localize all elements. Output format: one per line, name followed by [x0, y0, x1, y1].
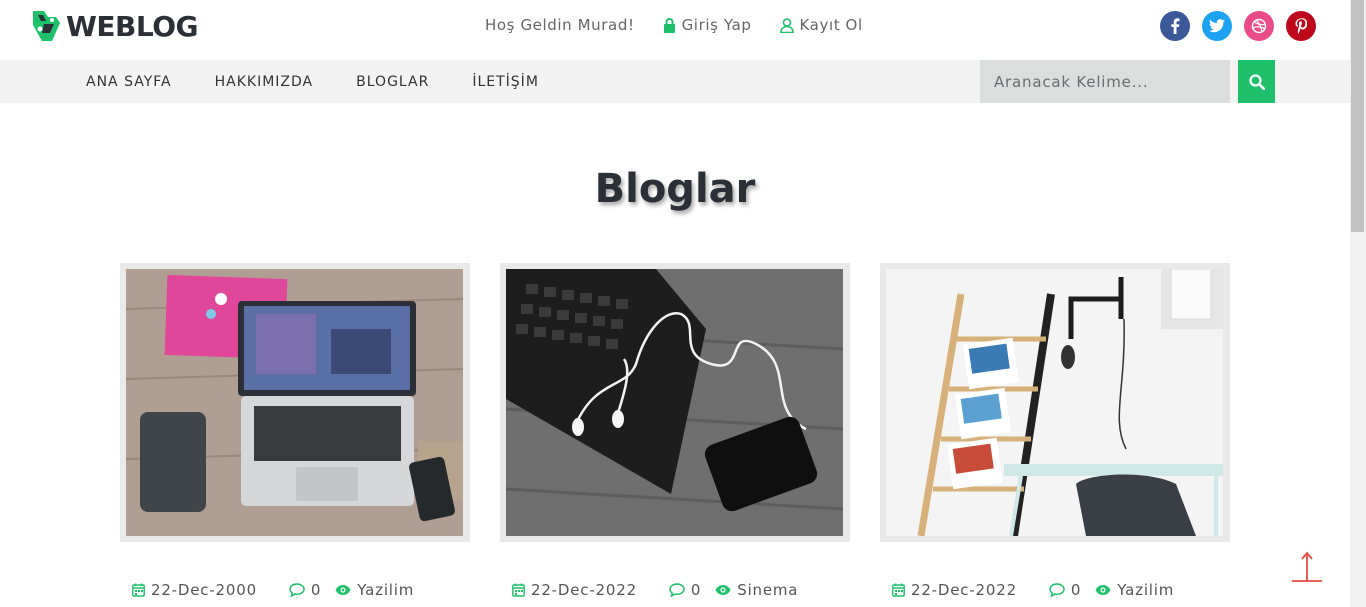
search-button[interactable]	[1238, 60, 1275, 103]
calendar-icon	[892, 583, 905, 597]
eye-icon	[335, 585, 351, 595]
nav-item-home[interactable]: ANA SAYFA	[86, 74, 172, 90]
calendar-icon	[512, 583, 525, 597]
lock-icon	[663, 17, 675, 33]
blog-meta: 22-Dec-2022 0 Sinema	[512, 580, 798, 600]
ladder-shelf-image	[886, 269, 1223, 536]
login-link[interactable]: Giriş Yap	[663, 16, 752, 34]
post-category[interactable]: Yazilim	[335, 581, 414, 599]
post-comments: 0	[1049, 581, 1081, 599]
blog-meta: 22-Dec-2022 0 Yazilim	[892, 580, 1174, 600]
comment-icon	[1049, 583, 1065, 597]
nav-item-contact[interactable]: İLETİŞİM	[472, 74, 539, 90]
dribbble-button[interactable]	[1244, 11, 1274, 41]
page-title: Bloglar	[594, 166, 756, 212]
main-nav: ANA SAYFA HAKKIMIZDA BLOGLAR İLETİŞİM	[0, 60, 1350, 103]
laptop-desk-image	[126, 269, 463, 536]
post-category[interactable]: Yazilim	[1095, 581, 1174, 599]
search-input[interactable]	[980, 60, 1230, 103]
nav-menu: ANA SAYFA HAKKIMIZDA BLOGLAR İLETİŞİM	[86, 60, 582, 103]
back-to-top-button[interactable]	[1290, 550, 1324, 584]
login-label: Giriş Yap	[681, 16, 752, 34]
register-link[interactable]: Kayıt Ol	[779, 16, 863, 34]
post-comments: 0	[289, 581, 321, 599]
logo-icon	[33, 11, 60, 41]
post-date: 22-Dec-2022	[512, 581, 637, 599]
calendar-icon	[132, 583, 145, 597]
comment-count: 0	[1070, 581, 1082, 599]
post-date-text: 22-Dec-2022	[531, 581, 637, 599]
search-icon	[1248, 73, 1265, 90]
laptop-earphones-image	[506, 269, 843, 536]
twitter-button[interactable]	[1202, 11, 1232, 41]
logo[interactable]: WEBLOG	[30, 8, 198, 44]
post-date-text: 22-Dec-2022	[911, 581, 1017, 599]
dribbble-icon	[1251, 18, 1267, 34]
comment-icon	[669, 583, 685, 597]
blog-image[interactable]	[886, 269, 1223, 536]
blog-card[interactable]	[880, 263, 1230, 542]
page: WEBLOG Hoş Geldin Murad! Giriş Yap Kayıt…	[0, 0, 1366, 607]
eye-icon	[1095, 585, 1111, 595]
eye-icon	[715, 585, 731, 595]
nav-item-about[interactable]: HAKKIMIZDA	[215, 74, 314, 90]
social-links	[1160, 11, 1328, 41]
arrow-up-icon	[1292, 551, 1322, 582]
blog-card[interactable]	[500, 263, 850, 542]
comment-count: 0	[310, 581, 322, 599]
register-label: Kayıt Ol	[799, 16, 863, 34]
post-date-text: 22-Dec-2000	[151, 581, 257, 599]
user-icon	[779, 17, 794, 33]
post-comments: 0	[669, 581, 701, 599]
logo-text: WEBLOG	[66, 9, 198, 43]
facebook-icon	[1171, 18, 1180, 34]
category-label: Sinema	[737, 581, 799, 599]
post-date: 22-Dec-2000	[132, 581, 257, 599]
top-bar: WEBLOG Hoş Geldin Murad! Giriş Yap Kayıt…	[0, 0, 1350, 60]
facebook-button[interactable]	[1160, 11, 1190, 41]
category-label: Yazilim	[357, 581, 415, 599]
twitter-icon	[1209, 19, 1225, 33]
nav-item-blogs[interactable]: BLOGLAR	[356, 74, 429, 90]
scrollbar-thumb[interactable]	[1351, 0, 1364, 232]
user-links: Hoş Geldin Murad! Giriş Yap Kayıt Ol	[485, 14, 891, 36]
blog-meta: 22-Dec-2000 0 Yazilim	[132, 580, 414, 600]
post-category[interactable]: Sinema	[715, 581, 798, 599]
post-date: 22-Dec-2022	[892, 581, 1017, 599]
comment-icon	[289, 583, 305, 597]
comment-count: 0	[690, 581, 702, 599]
category-label: Yazilim	[1117, 581, 1175, 599]
pinterest-button[interactable]	[1286, 11, 1316, 41]
welcome-text: Hoş Geldin Murad!	[485, 16, 635, 34]
pinterest-icon	[1295, 18, 1307, 34]
blog-card[interactable]	[120, 263, 470, 542]
blog-image[interactable]	[126, 269, 463, 536]
blog-image[interactable]	[506, 269, 843, 536]
